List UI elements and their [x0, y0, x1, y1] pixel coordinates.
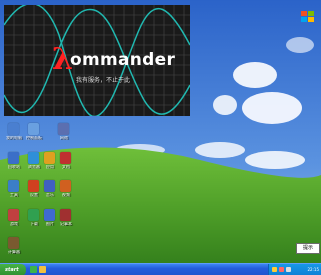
notepad-icon [60, 209, 71, 221]
game-icon [8, 209, 19, 221]
windows-flag-icon [301, 11, 314, 22]
desktop-icon-area: 我的电脑 控制面板 网络 回收站 浏览器 应用 文档 工具 设置 音乐 视频 游… [0, 0, 321, 275]
quick-launch-browser-icon[interactable] [30, 266, 37, 273]
system-tray: 22:15 [268, 264, 321, 275]
tray-network-icon[interactable] [272, 267, 277, 272]
quick-launch-folder-icon[interactable] [39, 266, 46, 273]
download-icon [28, 209, 39, 221]
desktop-icon-label: 文档 [62, 165, 70, 169]
computer-icon [8, 123, 19, 135]
control-panel-icon [28, 123, 39, 135]
desktop-icon[interactable]: 工具 [4, 180, 24, 204]
desktop-icon[interactable]: 回收站 [4, 152, 24, 176]
tool-icon [8, 180, 19, 192]
desktop-icon[interactable]: 游戏 [4, 209, 24, 233]
desktop-icon[interactable]: 文档 [56, 152, 76, 176]
network-icon [58, 123, 69, 135]
tray-security-icon[interactable] [279, 267, 284, 272]
desktop-icon-label: 记事本 [60, 222, 72, 226]
taskbar: start 22:15 [0, 263, 321, 275]
taskbar-clock[interactable]: 22:15 [307, 264, 319, 275]
tray-volume-icon[interactable] [286, 267, 291, 272]
desktop-icon[interactable]: 视频 [56, 180, 76, 204]
settings-icon [28, 180, 39, 192]
calculator-icon [8, 237, 19, 249]
video-icon [60, 180, 71, 192]
desktop-icon[interactable]: 控制面板 [24, 123, 44, 147]
desktop-icon-label: 控制面板 [26, 136, 42, 140]
desktop-icon-label: 网络 [60, 136, 68, 140]
notification-popup[interactable]: 提示 [296, 243, 320, 254]
desktop-icon[interactable]: 记事本 [56, 209, 76, 233]
picture-icon [44, 209, 55, 221]
desktop-icon-label: 视频 [62, 193, 70, 197]
app-icon [44, 152, 55, 164]
start-button[interactable]: start [0, 264, 26, 275]
desktop-icon[interactable]: 计算器 [4, 237, 24, 261]
browser-icon [28, 152, 39, 164]
desktop-icon-label: 计算器 [8, 250, 20, 254]
desktop-icon[interactable]: 我的电脑 [4, 123, 24, 147]
music-icon [44, 180, 55, 192]
document-icon [60, 152, 71, 164]
recycle-bin-icon [8, 152, 19, 164]
desktop-icon[interactable]: 网络 [54, 123, 74, 147]
